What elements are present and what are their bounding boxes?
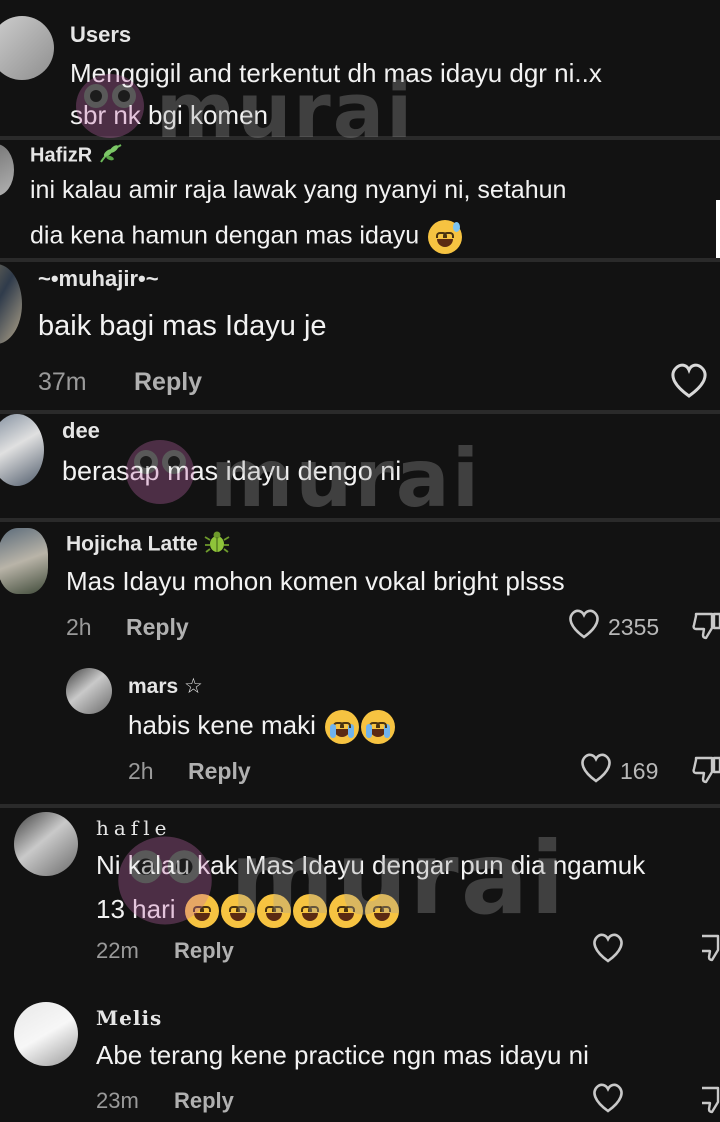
comment-text-line2: dia kena hamun dengan mas idayu — [30, 221, 420, 250]
comment-text: berasap mas idayu dengo ni — [62, 456, 402, 486]
like-icon[interactable] — [590, 1082, 626, 1119]
comment-text: Menggigil and terkentut dh mas idayu dgr… — [70, 58, 602, 88]
bug-icon — [204, 530, 230, 560]
comment-time: 37m — [38, 368, 87, 396]
avatar[interactable] — [14, 812, 78, 876]
laughing-tears-emoji — [364, 894, 399, 929]
reply-button[interactable]: Reply — [134, 368, 202, 397]
avatar[interactable] — [0, 144, 14, 196]
laughing-tears-emoji — [184, 894, 219, 929]
comment-panel-2: HafizR ini kalau amir raja lawak yang ny… — [0, 140, 720, 258]
laughing-tears-emoji — [220, 894, 255, 929]
like-count: 2355 — [608, 614, 660, 640]
comment-text: 13 hari — [96, 894, 399, 929]
like-icon[interactable] — [578, 752, 614, 789]
avatar[interactable] — [0, 528, 48, 594]
comment-panel-3: ~•muhajir•~ baik bagi mas Idayu je 37m R… — [0, 262, 720, 410]
laughing-tears-emoji — [328, 894, 363, 929]
comment-username-label: HafizR — [30, 144, 93, 167]
reply-button[interactable]: Reply — [174, 938, 234, 964]
crying-emoji — [361, 710, 396, 745]
dislike-icon[interactable] — [698, 1084, 720, 1121]
crying-emoji — [325, 710, 360, 745]
dislike-icon[interactable] — [692, 610, 720, 647]
reply-button[interactable]: Reply — [188, 758, 251, 785]
dislike-icon[interactable] — [692, 754, 720, 791]
comment-time: 2h — [128, 758, 154, 784]
comment-panel-5: Hojicha Latte Mas Idayu mohon komen voka… — [0, 522, 720, 804]
comment-text: Mas Idayu mohon komen vokal bright plsss — [66, 566, 565, 596]
like-icon[interactable] — [590, 932, 626, 969]
comment-panel-4: dee berasap mas idayu dengo ni — [0, 414, 720, 518]
comment-username-label: Hojicha Latte — [66, 532, 198, 556]
comment-username[interactable]: dee — [62, 418, 100, 444]
like-count: 169 — [620, 758, 659, 784]
laughing-tears-emoji — [292, 894, 327, 929]
comment-username[interactable]: ~•muhajir•~ — [38, 266, 159, 292]
comment-username[interactable]: Melis — [96, 1006, 162, 1030]
grinning-sweat-emoji — [428, 220, 463, 254]
comment-time: 22m — [96, 938, 139, 963]
comment-text: habis kene maki — [128, 710, 396, 745]
scroll-indicator — [716, 200, 720, 258]
comment-text: ini kalau amir raja lawak yang nyanyi ni… — [30, 176, 567, 204]
avatar[interactable] — [66, 668, 112, 714]
avatar[interactable] — [0, 16, 54, 80]
reply-button[interactable]: Reply — [174, 1088, 234, 1114]
comment-text: sbr nk bgi komen — [70, 100, 268, 130]
laughing-tears-emoji — [256, 894, 291, 929]
comment-username[interactable]: hafle — [96, 816, 171, 840]
comment-panel-6: hafle Ni kalau kak Mas Idayu dengar pun … — [0, 808, 720, 1122]
comment-text: Ni kalau kak Mas Idayu dengar pun dia ng… — [96, 850, 646, 880]
comment-text: Abe terang kene practice ngn mas idayu n… — [96, 1040, 589, 1070]
like-icon[interactable] — [668, 362, 710, 405]
comment-username[interactable]: Hojicha Latte — [66, 530, 230, 560]
leaf-icon — [98, 142, 124, 170]
like-icon[interactable] — [566, 608, 602, 645]
comment-text-label: habis kene maki — [128, 710, 316, 740]
comment-username[interactable]: Users — [70, 22, 131, 48]
comment-text: baik bagi mas Idayu je — [38, 310, 327, 342]
comment-username[interactable]: HafizR — [30, 142, 124, 170]
dislike-icon[interactable] — [698, 932, 720, 969]
comment-text: dia kena hamun dengan mas idayu — [30, 220, 463, 254]
avatar[interactable] — [14, 1002, 78, 1066]
comment-time: 23m — [96, 1088, 139, 1113]
comment-text-line2: 13 hari — [96, 894, 176, 924]
reply-button[interactable]: Reply — [126, 614, 189, 641]
comment-time: 2h — [66, 614, 92, 640]
comment-panel-1: Users Menggigil and terkentut dh mas ida… — [0, 0, 720, 136]
avatar[interactable] — [0, 414, 44, 486]
avatar[interactable] — [0, 264, 22, 344]
comment-username[interactable]: mars ☆ — [128, 674, 203, 699]
